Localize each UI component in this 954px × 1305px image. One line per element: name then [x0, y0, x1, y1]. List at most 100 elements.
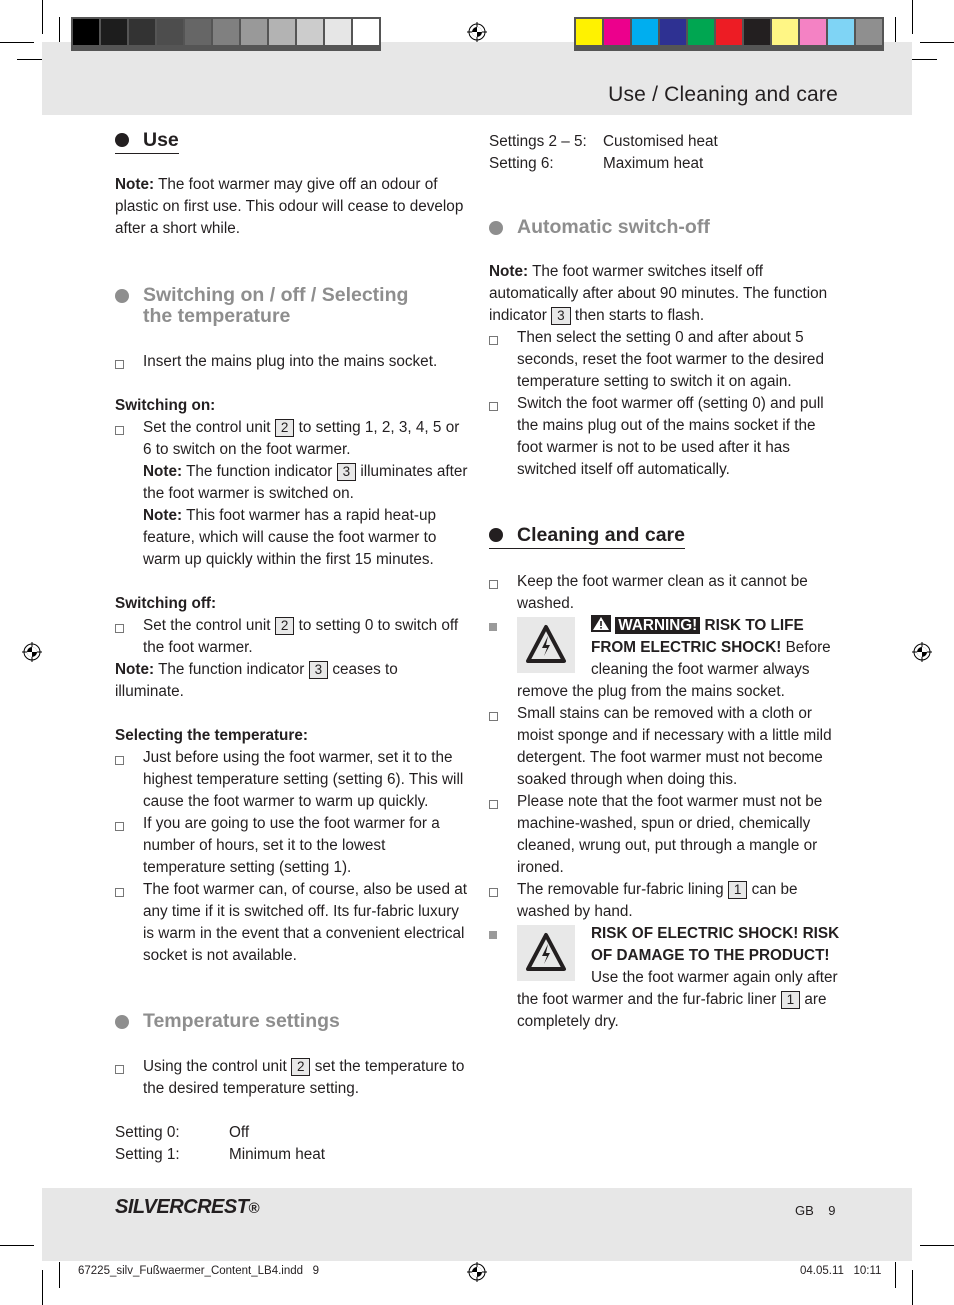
selecting-temperature-label: Selecting the temperature:: [115, 727, 308, 744]
color-swatch: [828, 19, 854, 45]
color-swatch: [101, 19, 127, 45]
item-text: Please note that the foot warmer must no…: [517, 793, 823, 876]
heading-underline: Use: [115, 129, 179, 154]
setting-row: Setting 0: Off: [115, 1122, 470, 1144]
setting-value: Customised heat: [603, 133, 718, 150]
checkbox-bullet-icon: [115, 1056, 143, 1100]
silvercrest-logo: SILVERCREST®: [115, 1196, 259, 1218]
item-text: Using the control unit 2 set the tempera…: [143, 1058, 465, 1097]
color-swatch: [744, 19, 770, 45]
setting-key: Setting 1:: [115, 1146, 180, 1163]
section-heading-cleaning: Cleaning and care: [489, 523, 841, 549]
heading-underline: Cleaning and care: [489, 524, 685, 549]
checkbox-bullet-icon: [489, 571, 517, 615]
section-heading-temperature: Temperature settings: [115, 1011, 470, 1032]
warning-label: WARNING!: [615, 617, 701, 634]
electric-shock-warning-icon: [517, 617, 575, 673]
checkbox-bullet-icon: [115, 351, 143, 373]
heading-text: Cleaning and care: [517, 523, 685, 546]
list-item: Set the control unit 2 to setting 0 to s…: [115, 615, 470, 659]
section-heading-switching: Switching on / off / Selecting the tempe…: [115, 285, 470, 327]
heading-text: Temperature settings: [143, 1010, 340, 1032]
part-reference: 2: [274, 617, 295, 635]
crop-mark: [895, 1262, 896, 1288]
registration-mark-icon: [467, 22, 487, 42]
checkbox-bullet-icon: [489, 879, 517, 923]
warning-text: RISK OF ELECTRIC SHOCK! RISK OF DAMAGE T…: [517, 925, 840, 1030]
setting-key: Settings 2 – 5:: [489, 133, 587, 150]
part-reference: 3: [336, 463, 357, 481]
use-note: Note: The foot warmer may give off an od…: [115, 174, 470, 240]
auto-off-note: Note: The foot warmer switches itself of…: [489, 263, 828, 325]
crop-mark: [920, 42, 954, 43]
checkbox-bullet-icon: [115, 879, 143, 967]
color-swatch: [800, 19, 826, 45]
bullet-dot-icon: [115, 1015, 129, 1029]
section-heading-auto-off: Automatic switch-off: [489, 217, 841, 238]
crop-mark: [0, 1245, 34, 1246]
part-reference: 1: [727, 881, 748, 899]
grayscale-color-bar: [71, 17, 381, 51]
color-swatch: [604, 19, 630, 45]
filled-square-bullet-icon: [489, 615, 517, 703]
checkbox-bullet-icon: [115, 615, 143, 659]
color-swatch: [353, 19, 379, 45]
setting-value: Off: [229, 1124, 250, 1141]
crop-mark: [0, 42, 34, 43]
heading-text: Use: [143, 128, 179, 151]
list-item: Keep the foot warmer clean as it cannot …: [489, 571, 841, 615]
filled-square-bullet-icon: [489, 923, 517, 1033]
print-slug-date: 04.05.11 10:11: [800, 1265, 882, 1277]
item-text: Insert the mains plug into the mains soc…: [143, 353, 438, 370]
item-text: Switch the foot warmer off (setting 0) a…: [517, 395, 824, 478]
list-item: Set the control unit 2 to setting 1, 2, …: [115, 417, 470, 571]
color-swatch: [297, 19, 323, 45]
item-text: Set the control unit 2 to setting 1, 2, …: [143, 419, 468, 568]
color-swatch: [269, 19, 295, 45]
part-reference: 1: [780, 991, 801, 1009]
registration-mark-icon: [22, 642, 42, 662]
switching-off-label: Switching off:: [115, 595, 217, 612]
color-swatch: [688, 19, 714, 45]
checkbox-bullet-icon: [489, 393, 517, 481]
item-text: Small stains can be removed with a cloth…: [517, 705, 832, 788]
color-swatch: [772, 19, 798, 45]
crop-mark: [42, 0, 43, 34]
checkbox-bullet-icon: [489, 791, 517, 879]
bullet-dot-icon: [115, 132, 129, 147]
color-swatch: [856, 19, 882, 45]
page-title: Use / Cleaning and care: [608, 83, 838, 106]
electric-shock-warning-icon: [517, 925, 575, 981]
page-num: 9: [828, 1203, 836, 1218]
warning-text: WARNING! RISK TO LIFE FROM ELECTRIC SHOC…: [517, 615, 831, 700]
crop-mark: [912, 1270, 913, 1305]
color-swatch: [325, 19, 351, 45]
list-item: The removable fur-fabric lining 1 can be…: [489, 879, 841, 923]
language-code: GB: [795, 1203, 814, 1218]
list-item: Then select the setting 0 and after abou…: [489, 327, 841, 393]
part-reference: 2: [274, 419, 295, 437]
crop-mark: [42, 1270, 43, 1305]
crop-mark: [912, 0, 913, 34]
item-text: The foot warmer can, of course, also be …: [143, 881, 467, 964]
part-reference: 3: [551, 307, 571, 325]
item-text: Then select the setting 0 and after abou…: [517, 329, 824, 390]
left-column: Use Note: The foot warmer may give off a…: [115, 128, 470, 1166]
list-item: Small stains can be removed with a cloth…: [489, 703, 841, 791]
checkbox-bullet-icon: [115, 747, 143, 813]
setting-value: Minimum heat: [229, 1146, 326, 1163]
checkbox-bullet-icon: [115, 417, 143, 571]
heading-text: Automatic switch-off: [517, 216, 710, 238]
list-item: Please note that the foot warmer must no…: [489, 791, 841, 879]
list-item: Using the control unit 2 set the tempera…: [115, 1056, 470, 1100]
checkbox-bullet-icon: [489, 327, 517, 393]
color-swatch: [716, 19, 742, 45]
list-item: Switch the foot warmer off (setting 0) a…: [489, 393, 841, 481]
color-swatch: [213, 19, 239, 45]
section-heading-use: Use: [115, 128, 470, 154]
print-slug-file: 67225_silv_Fußwaermer_Content_LB4.indd 9: [78, 1265, 320, 1277]
warning-item: WARNING! RISK TO LIFE FROM ELECTRIC SHOC…: [489, 615, 841, 703]
item-text: If you are going to use the foot warmer …: [143, 815, 440, 876]
right-column: Settings 2 – 5: Customised heat Setting …: [489, 131, 841, 1033]
item-text: Set the control unit 2 to setting 0 to s…: [143, 617, 459, 656]
